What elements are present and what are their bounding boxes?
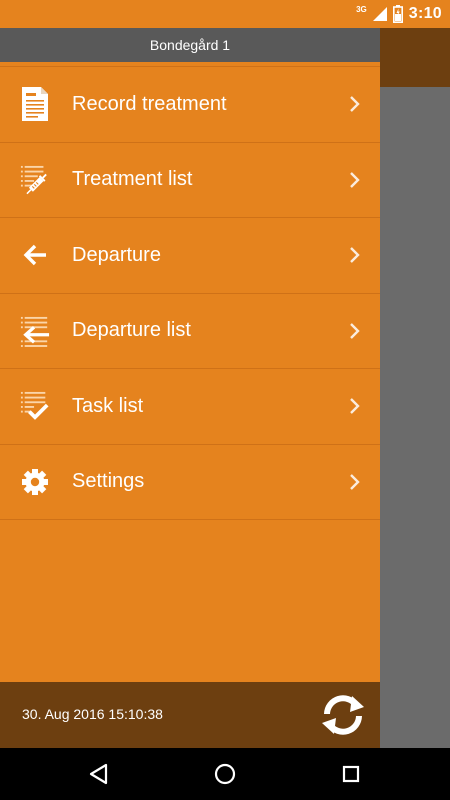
menu-item-treatment-list[interactable]: Treatment list	[0, 143, 380, 218]
recents-icon[interactable]	[336, 759, 366, 789]
navigation-drawer: Bondegård 1 Record treatment Treatment l…	[0, 28, 380, 748]
farm-name: Bondegård 1	[149, 37, 231, 53]
status-bar: 3G 3:10	[0, 0, 450, 28]
system-nav-bar	[0, 748, 450, 800]
drawer-scrim[interactable]	[380, 87, 450, 748]
arrow-left-icon	[20, 237, 50, 273]
chevron-right-icon	[350, 171, 360, 188]
back-icon[interactable]	[84, 759, 114, 789]
menu-item-label: Task list	[72, 394, 144, 417]
menu-item-record-treatment[interactable]: Record treatment	[0, 67, 380, 143]
last-sync-timestamp: 30. Aug 2016 15:10:38	[22, 706, 163, 722]
menu-item-label: Departure list	[72, 319, 191, 342]
clock: 3:10	[408, 5, 442, 22]
menu-item-label: Departure	[72, 243, 161, 266]
menu-item-departure-list[interactable]: Departure list	[0, 294, 380, 369]
menu-item-settings[interactable]: Settings	[0, 445, 380, 520]
checklist-icon	[20, 388, 50, 424]
status-icons: 3G 3:10	[356, 4, 442, 24]
chevron-right-icon	[350, 398, 360, 415]
menu-item-label: Record treatment	[72, 92, 227, 115]
chevron-right-icon	[350, 96, 360, 113]
sync-icon[interactable]	[318, 690, 368, 740]
menu-item-task-list[interactable]: Task list	[0, 369, 380, 445]
menu-item-departure[interactable]: Departure	[0, 218, 380, 294]
gear-icon	[20, 464, 50, 500]
background-app-bar	[380, 28, 450, 87]
departure-list-icon	[20, 313, 50, 349]
home-icon[interactable]	[210, 759, 240, 789]
document-icon	[20, 86, 50, 122]
signal-icon	[372, 7, 387, 21]
chevron-right-icon	[350, 322, 360, 339]
chevron-right-icon	[350, 247, 360, 264]
syringe-list-icon	[20, 162, 50, 198]
network-type-label: 3G	[356, 4, 367, 14]
battery-icon	[392, 5, 403, 23]
chevron-right-icon	[350, 473, 360, 490]
menu-item-label: Treatment list	[72, 168, 193, 191]
drawer-header: Bondegård 1	[0, 28, 380, 62]
menu-item-label: Settings	[72, 470, 145, 493]
drawer-footer: 30. Aug 2016 15:10:38	[0, 682, 380, 748]
